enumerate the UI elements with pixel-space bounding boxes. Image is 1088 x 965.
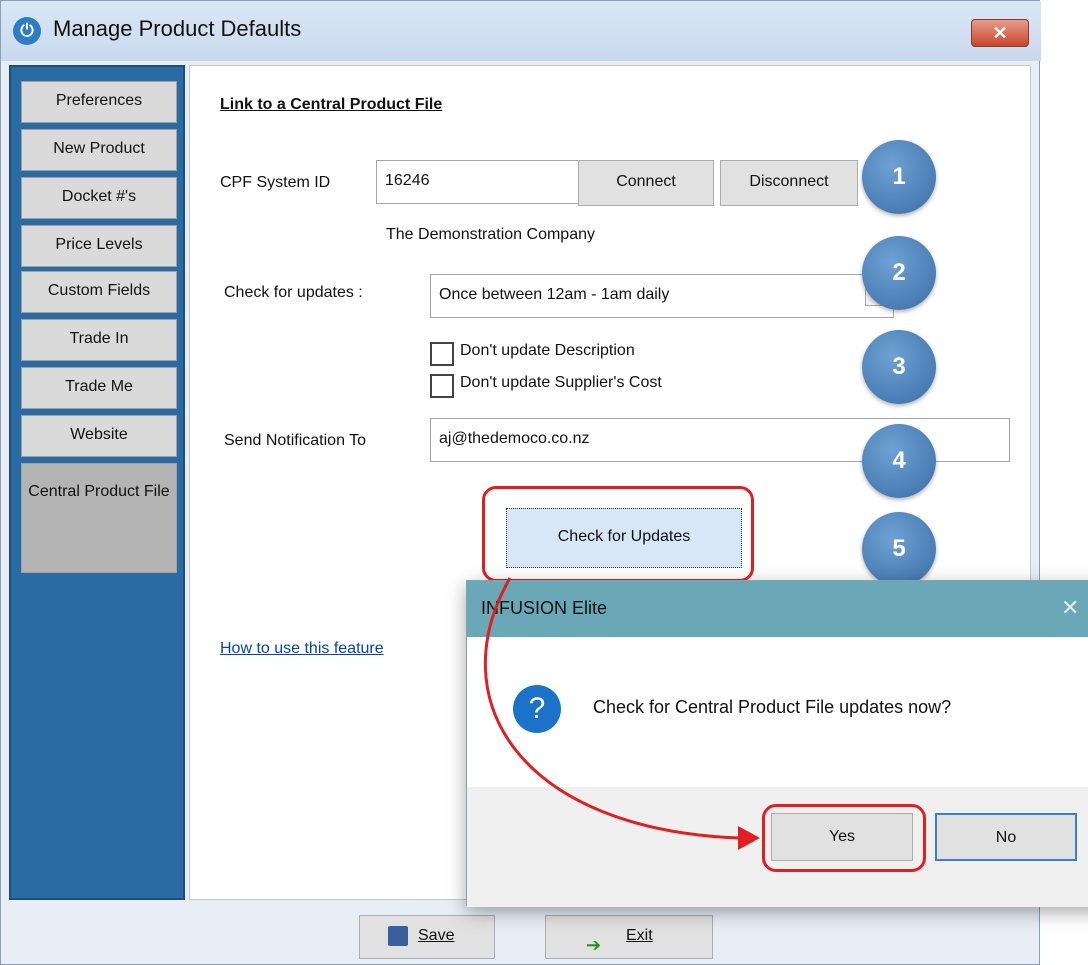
step-badge-4: 4 [862,424,936,498]
section-heading: Link to a Central Product File [220,96,443,113]
window-close-button[interactable]: ✕ [971,19,1029,47]
check-updates-selected-value: Once between 12am - 1am daily [439,286,670,303]
exit-label: Exit [626,927,653,944]
sidebar-item-price-levels[interactable]: Price Levels [21,225,177,267]
sidebar-item-website[interactable]: Website [21,415,177,457]
exit-arrow-icon: ➔ [586,935,602,955]
check-updates-select[interactable]: Once between 12am - 1am daily ﹀ [430,274,894,318]
sidebar-item-custom-fields[interactable]: Custom Fields [21,271,177,313]
dialog-title: INFUSION Elite [481,598,608,618]
window-title: Manage Product Defaults [53,16,302,41]
step-badge-5: 5 [862,512,936,586]
notification-label: Send Notification To [224,432,367,449]
company-name: The Demonstration Company [386,226,595,243]
exit-button[interactable]: ➔ Exit [545,915,713,959]
sidebar-item-preferences[interactable]: Preferences [21,81,177,123]
sidebar-item-dockets[interactable]: Docket #'s [21,177,177,219]
dialog-close-icon[interactable]: ✕ [1061,595,1079,621]
app-power-icon: ⏻ [13,17,41,45]
question-icon: ? [513,685,561,733]
sidebar: Preferences New Product Docket #'s Price… [9,65,185,900]
sidebar-item-new-product[interactable]: New Product [21,129,177,171]
no-button[interactable]: No [935,813,1077,861]
dont-update-description-checkbox[interactable] [430,342,454,366]
cpf-system-id-label: CPF System ID [220,174,331,191]
annotation-ring-yes [762,804,926,872]
annotation-ring-check-updates [482,486,754,582]
dialog-titlebar[interactable]: INFUSION Elite ✕ [467,581,1088,637]
dont-update-cost-checkbox[interactable] [430,374,454,398]
sidebar-item-trade-me[interactable]: Trade Me [21,367,177,409]
check-updates-label: Check for updates : [224,284,363,301]
dialog-message: Check for Central Product File updates n… [593,697,952,717]
help-link[interactable]: How to use this feature [220,640,384,658]
save-label: Save [418,927,455,944]
window-titlebar[interactable]: ⏻ Manage Product Defaults ✕ [1,1,1041,61]
step-badge-1: 1 [862,140,936,214]
step-badge-2: 2 [862,236,936,310]
cpf-system-id-input[interactable]: 16246 [376,160,590,204]
floppy-disk-icon [388,926,408,946]
connect-button[interactable]: Connect [578,160,714,206]
disconnect-button[interactable]: Disconnect [720,160,858,206]
save-button[interactable]: Save [359,915,495,959]
sidebar-item-central-product-file[interactable]: Central Product File [21,463,177,573]
dont-update-cost-label: Don't update Supplier's Cost [460,374,662,391]
sidebar-item-trade-in[interactable]: Trade In [21,319,177,361]
step-badge-3: 3 [862,330,936,404]
dont-update-description-label: Don't update Description [460,342,635,359]
